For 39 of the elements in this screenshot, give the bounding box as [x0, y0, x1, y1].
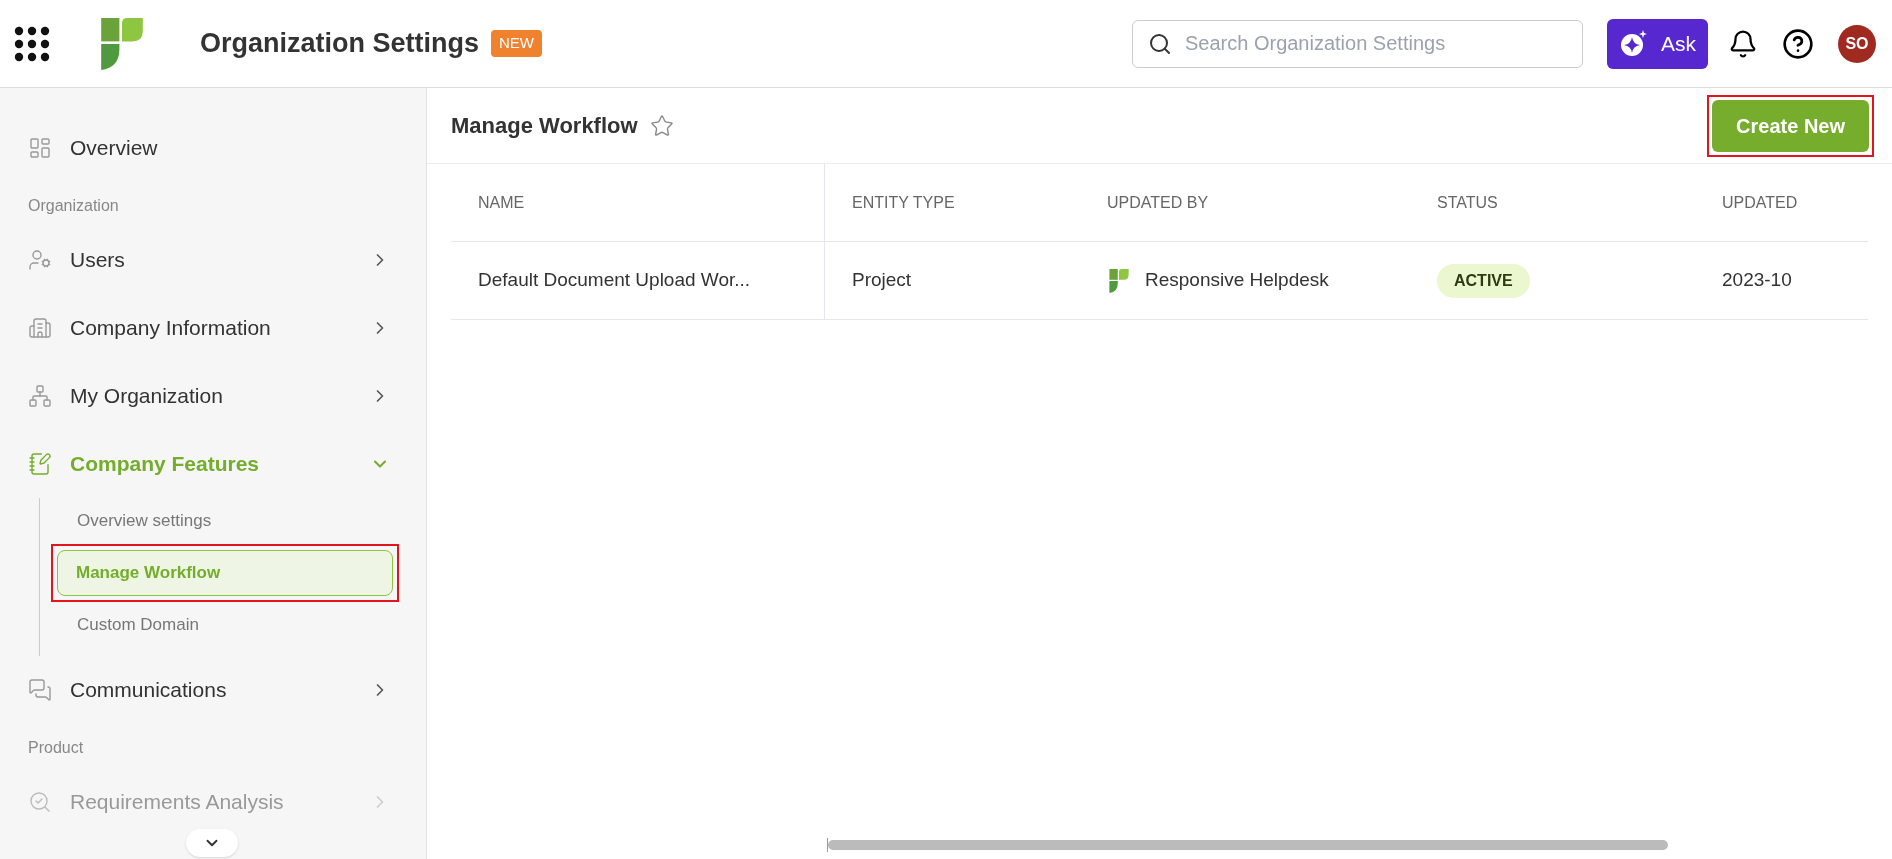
dashboard-icon — [28, 136, 52, 160]
table-cell-text: 2023-10 — [1722, 268, 1792, 293]
section-heading: Organization — [28, 196, 120, 216]
sparkle-icon — [1619, 28, 1649, 59]
sidebar-item[interactable]: Company Information — [28, 294, 398, 362]
section-heading: Product — [28, 738, 85, 758]
sidebar-item[interactable]: My Organization — [28, 362, 398, 430]
sidebar-subitem[interactable]: Custom Domain — [59, 602, 391, 648]
building-icon — [28, 316, 52, 340]
notepad-icon — [28, 452, 52, 476]
app-grid-icon[interactable] — [14, 25, 50, 62]
ask-button[interactable]: Ask — [1607, 18, 1708, 69]
sidebar-item[interactable]: Communications — [28, 656, 398, 724]
user-gear-icon — [28, 248, 52, 272]
user-avatar[interactable]: SO — [1838, 24, 1876, 63]
table-cell-text: Project — [852, 268, 912, 293]
sidebar-subitem[interactable]: Overview settings — [59, 498, 391, 544]
hierarchy-icon — [28, 384, 52, 408]
search-field[interactable]: Search Organization Settings — [1132, 19, 1583, 68]
search-icon — [1148, 31, 1172, 56]
notification-bell-icon[interactable] — [1728, 28, 1758, 59]
column-header: UPDATED — [1722, 192, 1798, 213]
chat-bubbles-icon — [28, 678, 52, 702]
column-header: UPDATED BY — [1107, 192, 1209, 213]
status-badge: ACTIVE — [1437, 263, 1530, 298]
sidebar-item[interactable]: Users — [28, 226, 398, 294]
magnifier-icon — [28, 790, 52, 814]
help-icon[interactable] — [1782, 27, 1814, 60]
column-header: NAME — [478, 192, 525, 213]
section-title: Manage Workflow — [451, 112, 638, 140]
table-cell-text: Responsive Helpdesk — [1145, 268, 1329, 293]
new-badge: NEW — [491, 30, 543, 57]
column-header: ENTITY TYPE — [852, 192, 955, 213]
logo-icon — [1107, 268, 1131, 293]
star-icon[interactable] — [649, 113, 674, 138]
column-header: STATUS — [1437, 192, 1498, 213]
sidebar-item[interactable]: Overview — [28, 114, 398, 182]
page-title: Organization Settings — [200, 27, 480, 61]
table-cell-text: Default Document Upload Wor... — [478, 268, 751, 293]
